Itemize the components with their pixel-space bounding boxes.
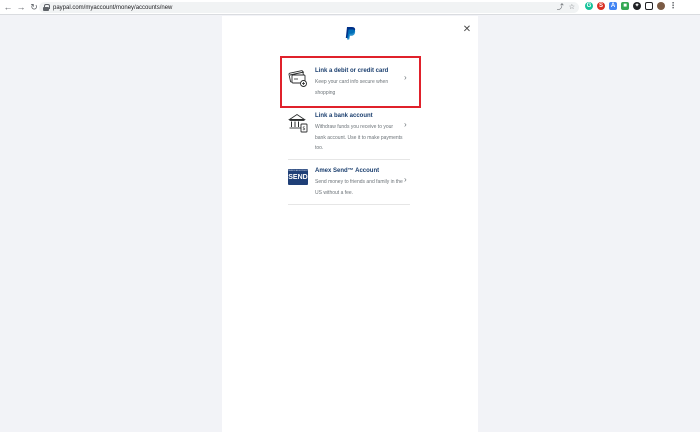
browser-toolbar: ← → ↻ paypal.com/myaccount/money/account… [0, 0, 700, 15]
reading-list-icon[interactable] [645, 2, 653, 10]
s-extension-icon[interactable]: S [597, 2, 605, 10]
amex-send-icon: AMERICAN EXPRESS SEND [288, 169, 308, 185]
svg-text:$: $ [302, 126, 305, 132]
arrow-right-icon[interactable]: → [16, 1, 26, 13]
amex-icon-text: SEND [288, 174, 308, 181]
highlight-box [280, 56, 421, 108]
bank-icon: $ [288, 113, 308, 133]
paypal-logo-icon [345, 27, 356, 40]
puzzle-icon[interactable]: ✦ [633, 2, 641, 10]
option-title: Link a bank account [315, 113, 373, 119]
address-bar[interactable]: paypal.com/myaccount/money/accounts/new … [39, 2, 579, 13]
grammarly-icon[interactable]: G [585, 2, 593, 10]
star-icon[interactable]: ☆ [569, 3, 575, 12]
url-text: paypal.com/myaccount/money/accounts/new [53, 4, 173, 11]
reload-icon[interactable]: ↻ [29, 1, 39, 13]
badge-extension-icon[interactable]: ■ [621, 2, 629, 10]
share-icon[interactable]: ⤴ [557, 3, 564, 12]
translate-icon[interactable]: A [609, 2, 617, 10]
option-description: Send money to friends and family in the … [315, 179, 403, 196]
chevron-right-icon: › [404, 175, 407, 184]
close-icon[interactable]: ✕ [462, 25, 472, 35]
profile-avatar-icon[interactable] [657, 2, 665, 10]
link-bank-option[interactable]: $ Link a bank account Withdraw funds you… [288, 113, 410, 155]
kebab-menu-icon[interactable]: ⋮ [669, 2, 677, 10]
arrow-left-icon[interactable]: ← [3, 1, 13, 13]
lock-icon [43, 4, 50, 11]
divider [288, 159, 410, 160]
divider [288, 204, 410, 205]
option-title: Amex Send™ Account [315, 168, 380, 174]
chevron-right-icon: › [404, 120, 407, 129]
option-description: Withdraw funds you receive to your bank … [315, 124, 403, 151]
amex-send-option[interactable]: AMERICAN EXPRESS SEND Amex Send™ Account… [288, 168, 410, 206]
